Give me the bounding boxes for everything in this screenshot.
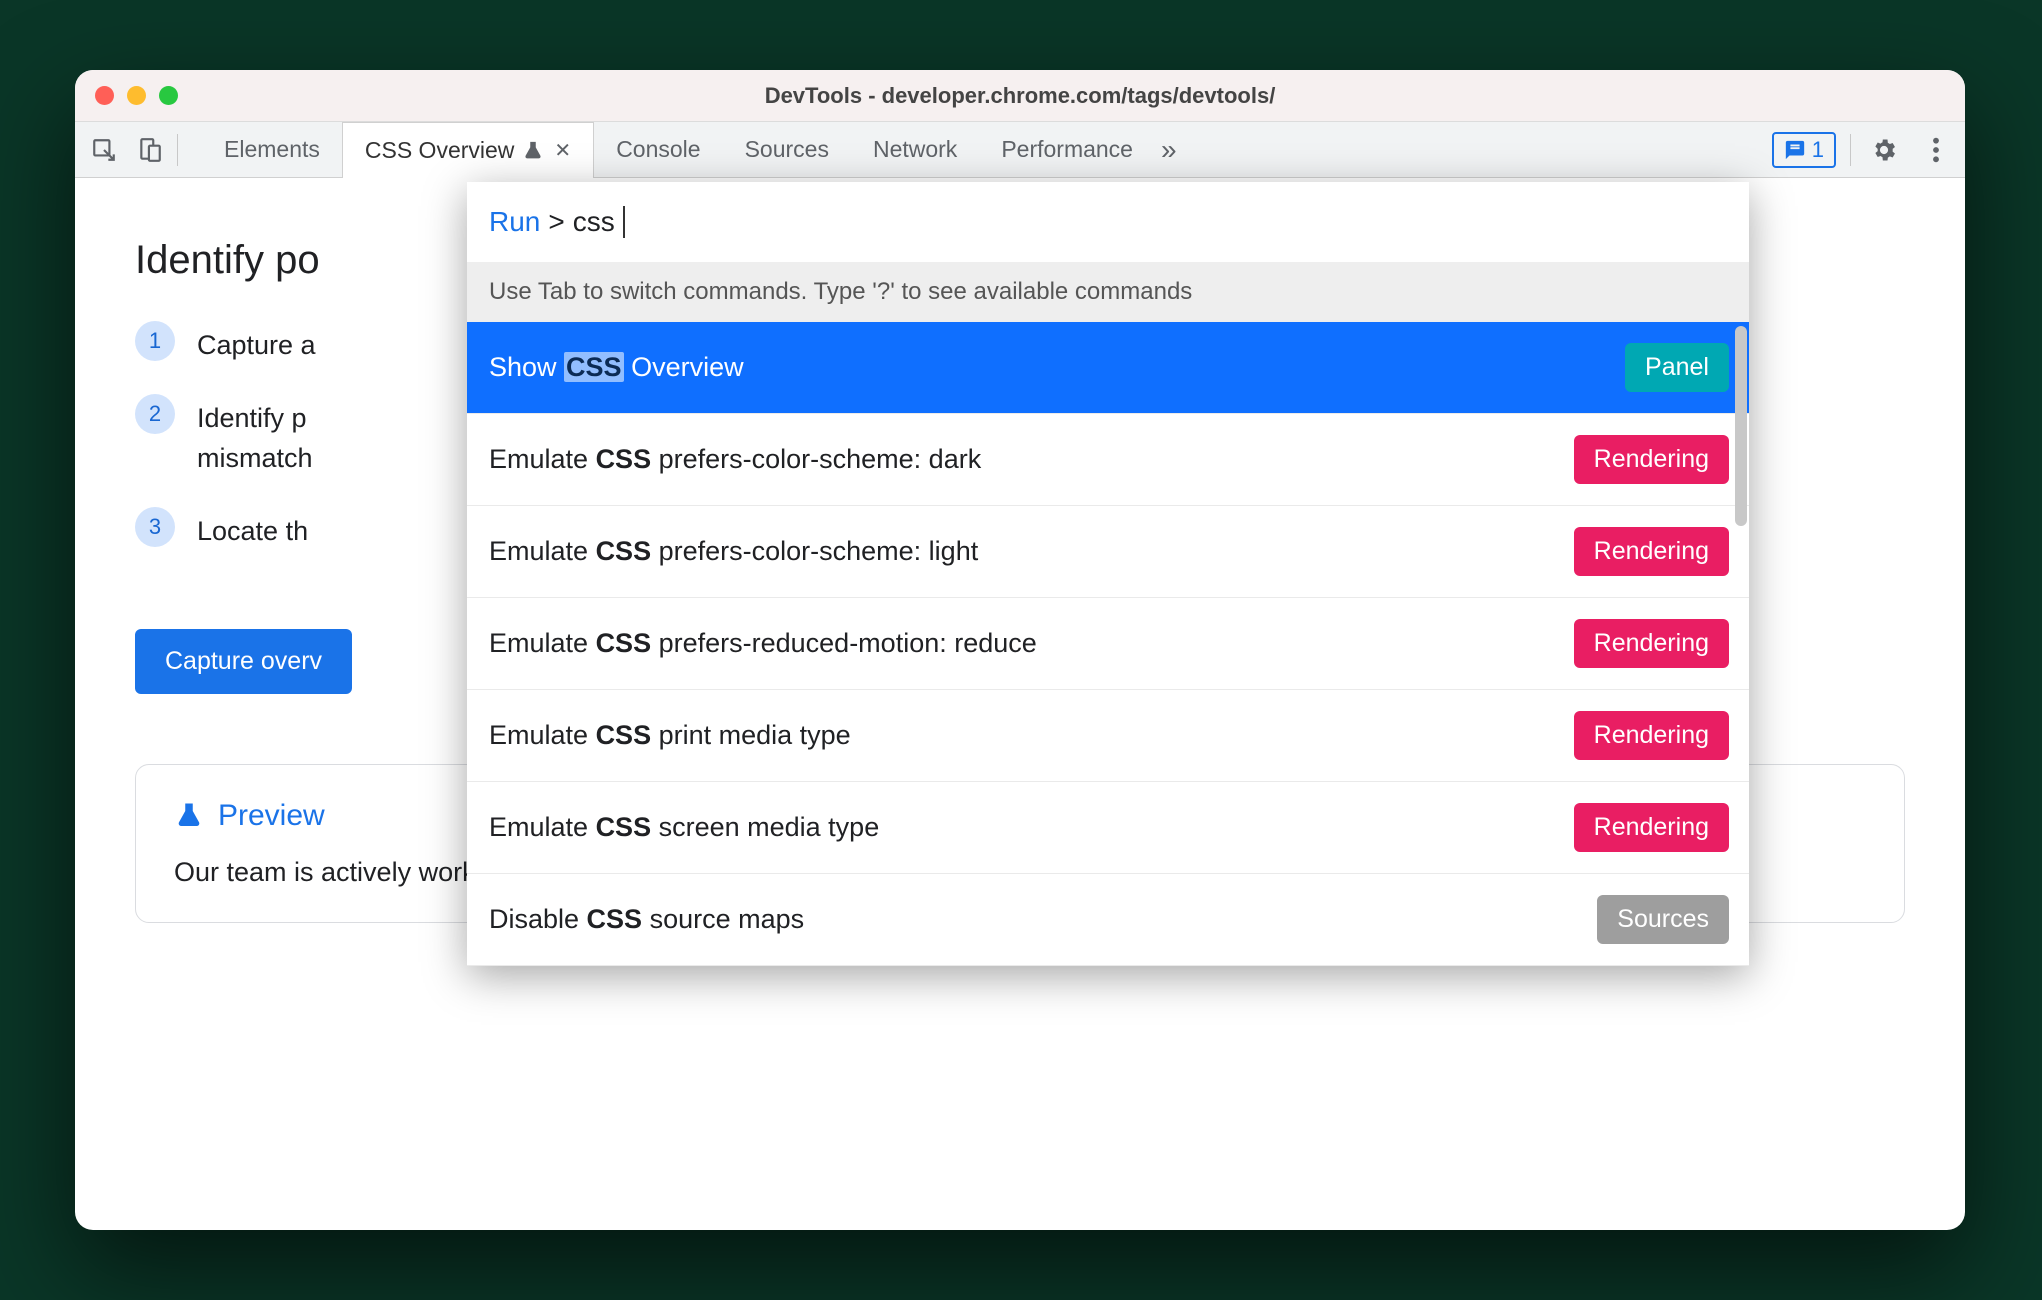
- command-item[interactable]: Emulate CSS prefers-color-scheme: dark Re…: [467, 414, 1749, 506]
- step-text: Capture a: [197, 321, 316, 366]
- close-icon[interactable]: ✕: [554, 138, 571, 163]
- command-menu: Run > css Use Tab to switch commands. Typ…: [467, 182, 1749, 966]
- capture-overview-button[interactable]: Capture overv: [135, 629, 352, 694]
- command-input[interactable]: css: [573, 206, 615, 238]
- toolbar-divider: [177, 134, 178, 166]
- command-hint: Use Tab to switch commands. Type '?' to …: [467, 262, 1749, 322]
- step-number: 2: [135, 394, 175, 434]
- issues-button[interactable]: 1: [1772, 132, 1836, 168]
- command-item-badge: Sources: [1597, 895, 1729, 944]
- issues-count: 1: [1812, 137, 1824, 163]
- command-item-label: Emulate CSS prefers-reduced-motion: redu…: [489, 628, 1037, 659]
- flask-icon: [522, 140, 544, 162]
- device-toggle-icon[interactable]: [131, 131, 169, 169]
- run-label: Run: [489, 206, 540, 238]
- command-item-label: Disable CSS source maps: [489, 904, 804, 935]
- step-number: 3: [135, 507, 175, 547]
- tab-network[interactable]: Network: [851, 122, 979, 177]
- input-prefix: >: [548, 206, 564, 238]
- kebab-menu-icon[interactable]: [1917, 131, 1955, 169]
- command-item[interactable]: Emulate CSS prefers-reduced-motion: redu…: [467, 598, 1749, 690]
- gear-icon[interactable]: [1865, 131, 1903, 169]
- tab-performance[interactable]: Performance: [979, 122, 1155, 177]
- step-number: 1: [135, 321, 175, 361]
- preview-label: Preview: [218, 799, 325, 833]
- command-item-badge: Rendering: [1574, 803, 1729, 852]
- devtools-window: DevTools - developer.chrome.com/tags/dev…: [75, 70, 1965, 1230]
- tab-label: Elements: [224, 136, 320, 163]
- tab-sources[interactable]: Sources: [723, 122, 851, 177]
- command-item-label: Show CSS Overview: [489, 352, 744, 383]
- devtools-toolbar: Elements CSS Overview ✕ Console Sources …: [75, 122, 1965, 178]
- command-item[interactable]: Emulate CSS prefers-color-scheme: light R…: [467, 506, 1749, 598]
- titlebar: DevTools - developer.chrome.com/tags/dev…: [75, 70, 1965, 122]
- command-results: Show CSS Overview Panel Emulate CSS prefer…: [467, 322, 1749, 966]
- command-item[interactable]: Show CSS Overview Panel: [467, 322, 1749, 414]
- step-text-line: Identify p: [197, 403, 307, 433]
- inspect-element-icon[interactable]: [85, 131, 123, 169]
- command-item-badge: Rendering: [1574, 435, 1729, 484]
- tab-label: Sources: [745, 136, 829, 163]
- command-item-label: Emulate CSS prefers-color-scheme: dark: [489, 444, 981, 475]
- tab-label: Network: [873, 136, 957, 163]
- command-item-badge: Rendering: [1574, 527, 1729, 576]
- tab-label: Console: [616, 136, 700, 163]
- tab-elements[interactable]: Elements: [202, 122, 342, 177]
- command-item-badge: Panel: [1625, 343, 1729, 392]
- command-item-badge: Rendering: [1574, 619, 1729, 668]
- tab-css-overview[interactable]: CSS Overview ✕: [342, 122, 594, 178]
- command-item-label: Emulate CSS print media type: [489, 720, 851, 751]
- toolbar-right: 1: [1772, 131, 1955, 169]
- tab-console[interactable]: Console: [594, 122, 722, 177]
- command-item-badge: Rendering: [1574, 711, 1729, 760]
- panel-tabs: Elements CSS Overview ✕ Console Sources …: [202, 122, 1177, 177]
- zoom-window-button[interactable]: [159, 86, 178, 105]
- text-cursor: [623, 206, 625, 238]
- command-item[interactable]: Emulate CSS print media type Rendering: [467, 690, 1749, 782]
- more-tabs-icon[interactable]: »: [1161, 134, 1177, 166]
- step-text: Locate th: [197, 507, 308, 552]
- command-input-row[interactable]: Run > css: [467, 182, 1749, 262]
- close-window-button[interactable]: [95, 86, 114, 105]
- minimize-window-button[interactable]: [127, 86, 146, 105]
- toolbar-divider: [1850, 134, 1851, 166]
- traffic-lights: [95, 86, 178, 105]
- flask-icon: [174, 801, 204, 831]
- command-item[interactable]: Emulate CSS screen media type Rendering: [467, 782, 1749, 874]
- chat-icon: [1784, 139, 1806, 161]
- command-item[interactable]: Disable CSS source maps Sources: [467, 874, 1749, 966]
- command-item-label: Emulate CSS prefers-color-scheme: light: [489, 536, 978, 567]
- scrollbar-thumb[interactable]: [1735, 326, 1747, 526]
- command-item-label: Emulate CSS screen media type: [489, 812, 879, 843]
- step-text-line: mismatch: [197, 443, 313, 473]
- window-title: DevTools - developer.chrome.com/tags/dev…: [75, 83, 1965, 109]
- tab-label: Performance: [1001, 136, 1133, 163]
- tab-label: CSS Overview: [365, 137, 515, 164]
